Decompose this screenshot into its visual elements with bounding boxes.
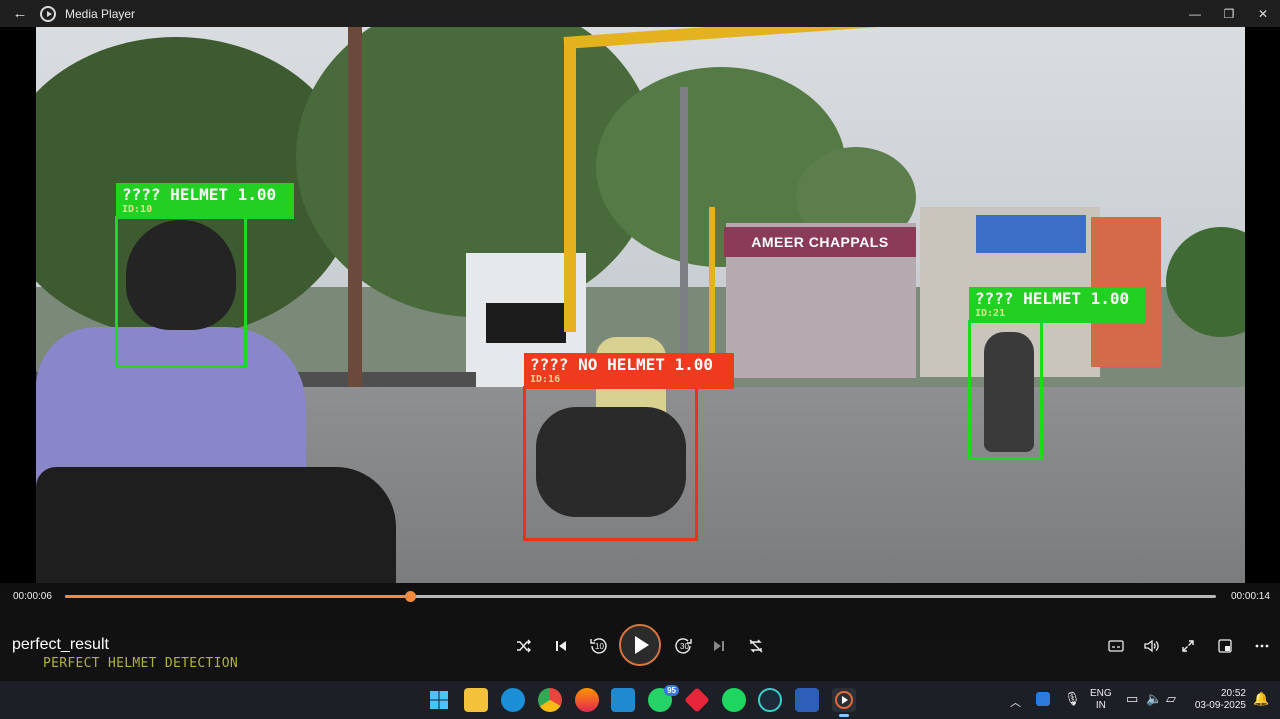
show-hidden-icons-button[interactable]: ︿ <box>1010 694 1021 710</box>
total-time: 00:00:14 <box>1231 591 1270 602</box>
skip-back-button[interactable]: 10 <box>586 634 610 658</box>
window-title: Media Player <box>65 6 136 21</box>
media-player-taskbar-button[interactable] <box>832 688 856 717</box>
video-pole <box>564 42 576 332</box>
notifications-button[interactable]: 🔔 <box>1253 691 1269 707</box>
start-button[interactable] <box>427 688 451 712</box>
play-button[interactable] <box>619 624 661 666</box>
next-button[interactable] <box>707 634 731 658</box>
video-building <box>976 215 1086 253</box>
detection-label: ???? HELMET 1.00 ID:21 <box>969 287 1145 323</box>
detection-label: ???? NO HELMET 1.00 ID:16 <box>524 353 734 389</box>
spotify-button[interactable] <box>722 688 746 712</box>
repeat-button[interactable] <box>744 634 768 658</box>
minimize-icon: — <box>1189 6 1201 21</box>
restore-button[interactable]: ❐ <box>1212 0 1246 27</box>
fullscreen-icon <box>1182 640 1194 652</box>
restore-icon: ❐ <box>1223 6 1235 21</box>
media-player-icon <box>835 691 853 709</box>
seek-bar-thumb[interactable] <box>405 591 417 602</box>
shuffle-icon <box>517 639 531 653</box>
volume-button[interactable] <box>1140 634 1164 658</box>
battery-button[interactable]: ▱ <box>1166 691 1176 707</box>
minimize-button[interactable]: — <box>1178 0 1212 27</box>
chevron-up-icon: ︿ <box>1010 697 1021 709</box>
video-pole <box>680 87 688 387</box>
input-language-button[interactable]: ENG IN <box>1090 688 1112 712</box>
player-controls: 00:00:06 00:00:14 perfect_result PERFECT… <box>0 583 1280 681</box>
vscode-button[interactable] <box>611 688 635 712</box>
more-icon <box>1255 644 1269 648</box>
battery-icon: ▱ <box>1166 691 1176 706</box>
clock[interactable]: 20:52 03-09-2025 <box>1194 688 1246 712</box>
seek-bar[interactable] <box>65 591 1216 602</box>
active-indicator <box>839 714 849 717</box>
mini-player-button[interactable] <box>1213 634 1237 658</box>
volume-tray-button[interactable]: 🔈 <box>1146 691 1162 707</box>
edge-button[interactable] <box>501 688 525 712</box>
detection-label: ???? HELMET 1.00 ID:10 <box>116 183 294 219</box>
video-motorcycle-1 <box>36 467 396 583</box>
volume-icon <box>1144 639 1159 653</box>
video-pole <box>348 27 362 447</box>
fullscreen-button[interactable] <box>1176 634 1200 658</box>
play-icon <box>635 636 649 654</box>
whatsapp-button[interactable]: 95 <box>648 685 679 712</box>
detection-box-helmet: ???? HELMET 1.00 ID:10 <box>115 183 294 368</box>
close-button[interactable]: ✕ <box>1246 0 1280 27</box>
video-caption: PERFECT HELMET DETECTION <box>43 656 239 671</box>
captions-icon <box>1108 640 1124 652</box>
current-time: 00:00:06 <box>13 591 52 602</box>
windows-logo-icon <box>430 691 448 709</box>
close-icon: ✕ <box>1257 6 1269 21</box>
video-booth-window <box>486 303 566 343</box>
skip-next-icon <box>714 641 724 651</box>
detection-box-helmet: ???? HELMET 1.00 ID:21 <box>968 287 1145 460</box>
seek-bar-progress <box>65 595 411 598</box>
tray-app-icon[interactable] <box>1036 692 1050 706</box>
chrome-button[interactable] <box>538 688 562 712</box>
microphone-icon: 🎙 <box>1064 691 1081 706</box>
file-name: perfect_result <box>12 636 109 653</box>
title-bar: ← Media Player — ❐ ✕ <box>0 0 1280 27</box>
anydesk-button[interactable] <box>684 687 710 713</box>
video-frame[interactable]: AMEER CHAPPALS ???? HELMET 1.00 ID:10 ??… <box>36 27 1245 583</box>
previous-button[interactable] <box>549 634 573 658</box>
subtitles-button[interactable] <box>1104 634 1128 658</box>
copilot-button[interactable] <box>758 688 782 712</box>
bell-icon: 🔔 <box>1253 691 1270 706</box>
skip-previous-icon <box>556 641 566 651</box>
microphone-button[interactable]: 🎙 <box>1064 691 1081 707</box>
repeat-off-icon <box>749 639 763 653</box>
skip-forward-button[interactable]: 30 <box>672 634 696 658</box>
speaker-icon: 🔈 <box>1146 691 1163 706</box>
firefox-button[interactable] <box>575 688 599 712</box>
detection-box-no-helmet: ???? NO HELMET 1.00 ID:16 <box>523 353 734 541</box>
network-icon: ▭ <box>1126 691 1139 706</box>
word-button[interactable] <box>795 688 819 712</box>
more-options-button[interactable] <box>1250 634 1274 658</box>
windows-taskbar: 95 ︿ 🎙 ENG IN ▭ 🔈 ▱ 20:52 03-09-2025 🔔 <box>0 681 1280 719</box>
network-button[interactable]: ▭ <box>1126 691 1138 707</box>
back-button[interactable]: ← <box>0 0 40 27</box>
shuffle-button[interactable] <box>512 634 536 658</box>
back-arrow-icon: ← <box>12 5 28 22</box>
whatsapp-badge: 95 <box>664 685 679 696</box>
media-player-app-icon <box>40 5 56 22</box>
mini-player-icon <box>1218 639 1232 653</box>
video-shop-sign: AMEER CHAPPALS <box>724 227 916 257</box>
file-explorer-button[interactable] <box>464 688 488 712</box>
